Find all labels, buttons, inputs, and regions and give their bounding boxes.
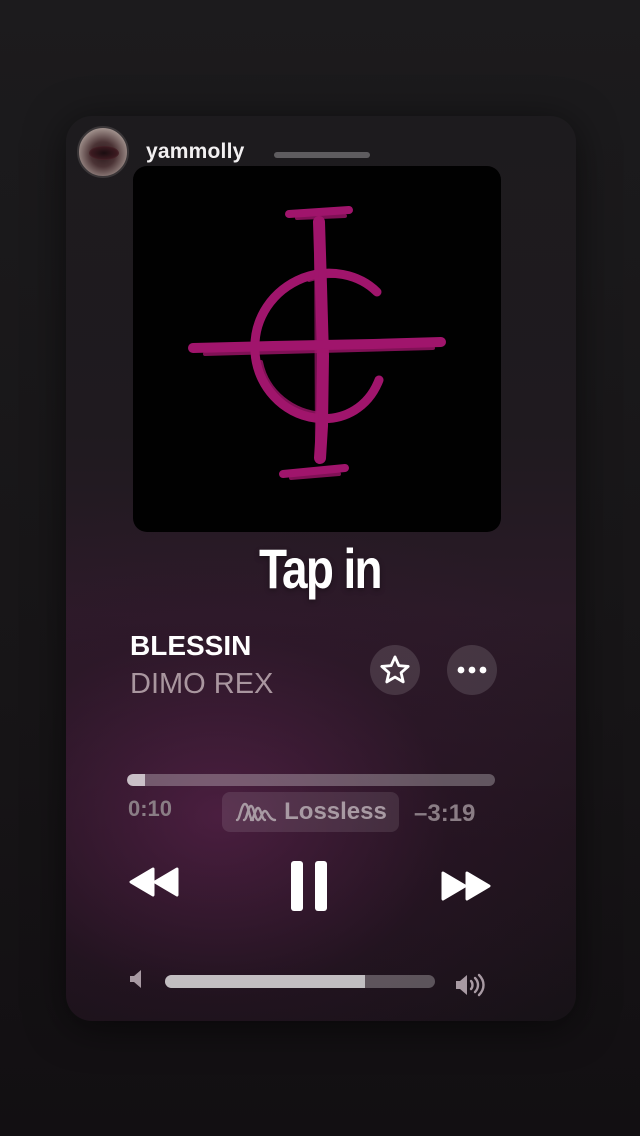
- avatar-image: [89, 146, 119, 160]
- lossless-badge[interactable]: Lossless: [222, 792, 399, 832]
- fast-forward-button[interactable]: [438, 866, 494, 906]
- speaker-high-icon: [456, 973, 485, 997]
- avatar[interactable]: [77, 126, 129, 178]
- tap-in-sticker[interactable]: Tap in: [58, 536, 583, 601]
- rewind-icon: [129, 867, 179, 897]
- fast-forward-icon: [441, 871, 491, 901]
- more-options-button[interactable]: [447, 645, 497, 695]
- ellipsis-icon: [457, 666, 487, 674]
- playback-progress-fill: [127, 774, 146, 786]
- album-artwork: [133, 166, 501, 532]
- pause-button[interactable]: [286, 858, 332, 914]
- star-icon: [380, 655, 410, 684]
- cross-symbol-artwork: [188, 206, 446, 480]
- playback-progress-bar[interactable]: [127, 774, 495, 786]
- artist-name[interactable]: DIMO REX: [130, 668, 273, 701]
- instagram-story-screen: yammolly Tap in BLESSIN DIMO REX 0:10 Lo…: [0, 0, 640, 1136]
- remaining-time: –3:19: [414, 800, 476, 827]
- lossless-label: Lossless: [284, 798, 387, 825]
- favorite-button[interactable]: [370, 645, 420, 695]
- rewind-button[interactable]: [126, 862, 182, 902]
- elapsed-time: 0:10: [128, 796, 173, 821]
- song-title: BLESSIN: [130, 630, 252, 661]
- pause-icon: [291, 861, 327, 911]
- lossless-wave-icon: [235, 802, 277, 822]
- volume-slider[interactable]: [165, 975, 435, 988]
- sheet-grabber[interactable]: [274, 152, 370, 158]
- speaker-low-icon: [130, 970, 141, 988]
- story-username[interactable]: yammolly: [146, 140, 244, 164]
- volume-slider-fill: [165, 975, 365, 988]
